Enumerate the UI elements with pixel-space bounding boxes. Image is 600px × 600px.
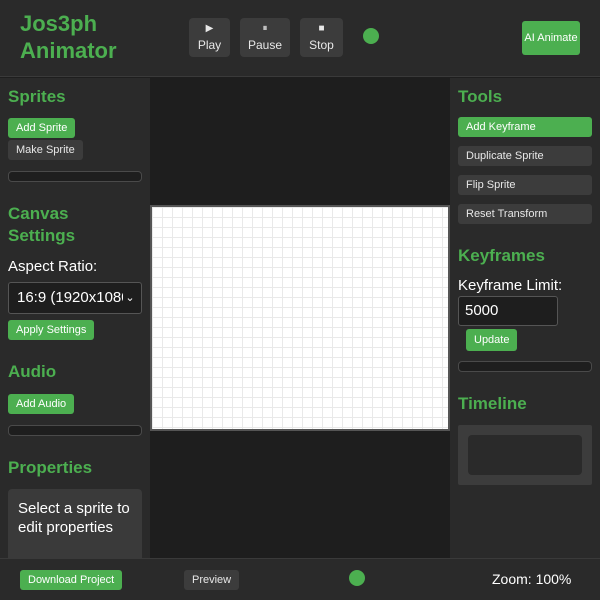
keyframe-limit-input[interactable]: 5000 <box>458 296 558 326</box>
sprites-progress-bar <box>8 171 142 182</box>
status-indicator <box>363 28 379 44</box>
add-sprite-button[interactable]: Add Sprite <box>8 118 76 138</box>
keyframe-limit-label: Keyframe Limit: <box>458 277 563 294</box>
update-button[interactable]: Update <box>466 329 518 351</box>
duplicate-sprite-button[interactable]: Duplicate Sprite <box>458 146 592 166</box>
preview-button[interactable]: Preview <box>184 570 240 590</box>
play-label: Play <box>197 38 222 52</box>
footer-status-indicator <box>349 570 365 586</box>
app-footer: Download Project Preview Zoom: 100% <box>0 558 600 600</box>
zoom-level: Zoom: 100% <box>492 571 572 587</box>
add-keyframe-button[interactable]: Add Keyframe <box>458 117 592 137</box>
download-project-button[interactable]: Download Project <box>20 570 123 590</box>
tools-title: Tools <box>458 87 503 106</box>
ai-animate-button[interactable]: AI Animate <box>522 21 580 55</box>
left-sidebar: Sprites Add Sprite Make Sprite Canvas Se… <box>0 78 150 558</box>
canvas-settings-title: Canvas Settings <box>8 204 76 245</box>
make-sprite-button[interactable]: Make Sprite <box>8 140 83 160</box>
keyframes-progress-bar <box>458 361 592 372</box>
flip-sprite-button[interactable]: Flip Sprite <box>458 175 592 195</box>
sprites-title: Sprites <box>8 87 66 106</box>
audio-title: Audio <box>8 362 57 381</box>
stop-icon: ■ <box>318 23 325 34</box>
right-sidebar: Tools Add Keyframe Duplicate Sprite Flip… <box>450 78 600 558</box>
timeline-title: Timeline <box>458 394 527 413</box>
play-button[interactable]: ▶ Play <box>189 18 230 57</box>
pause-button[interactable]: ⏸ Pause <box>240 18 290 57</box>
properties-panel: Select a sprite to edit properties <box>8 489 142 558</box>
add-audio-button[interactable]: Add Audio <box>8 394 75 414</box>
keyframes-title: Keyframes <box>458 246 545 265</box>
pause-icon: ⏸ <box>262 23 268 34</box>
aspect-ratio-select[interactable]: 16:9 (1920x1080) ⌄ <box>8 282 142 314</box>
pause-label: Pause <box>247 38 283 52</box>
timeline-panel[interactable] <box>458 425 592 485</box>
stop-label: Stop <box>309 38 334 52</box>
aspect-ratio-label: Aspect Ratio: <box>8 258 98 275</box>
properties-title: Properties <box>8 458 93 477</box>
timeline-track[interactable] <box>468 435 582 475</box>
apply-settings-button[interactable]: Apply Settings <box>8 320 95 340</box>
app-header: Jos3ph Animator ▶ Play ⏸ Pause ■ Stop AI… <box>0 0 600 77</box>
app-title: Jos3ph Animator <box>20 11 117 63</box>
audio-progress-bar <box>8 425 142 436</box>
chevron-down-icon: ⌄ <box>123 283 137 313</box>
stop-button[interactable]: ■ Stop <box>300 18 343 57</box>
aspect-ratio-value: 16:9 (1920x1080) <box>17 289 135 306</box>
play-icon: ▶ <box>205 23 214 34</box>
reset-transform-button[interactable]: Reset Transform <box>458 204 592 224</box>
animation-canvas[interactable] <box>150 205 450 431</box>
